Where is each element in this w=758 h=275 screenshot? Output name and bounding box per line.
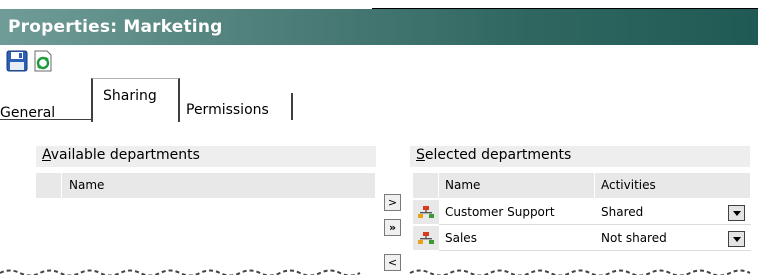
table-row[interactable]: Customer Support Shared	[413, 200, 751, 225]
selected-departments-grid[interactable]: Name Activities Customer Support Shared	[413, 173, 751, 263]
column-header-name[interactable]: Name	[439, 173, 595, 198]
add-button[interactable]: >	[384, 194, 401, 211]
chevron-down-icon[interactable]	[728, 231, 745, 247]
title-bar: Properties: Marketing	[0, 9, 758, 45]
grid-header: Name Activities	[413, 173, 751, 198]
tab-strip: General Sharing Permissions	[0, 76, 758, 122]
refresh-button[interactable]	[32, 50, 54, 72]
chevron-down-icon[interactable]	[728, 205, 745, 221]
header-lead	[36, 173, 62, 198]
selected-departments-title: Selected departments	[410, 146, 750, 167]
available-departments-grid[interactable]: Name	[36, 173, 376, 263]
header-lead	[413, 173, 439, 198]
cropped-content-fragment	[0, 269, 751, 275]
tab-baseline	[0, 119, 91, 120]
activity-value: Shared	[601, 205, 644, 219]
tab-sharing-label: Sharing	[103, 88, 157, 104]
window-title: Properties: Marketing	[8, 17, 223, 37]
save-button[interactable]	[6, 50, 28, 72]
row-lead	[413, 200, 439, 225]
activity-select[interactable]: Shared	[595, 200, 751, 225]
tab-permissions[interactable]: Permissions	[180, 93, 293, 120]
table-row[interactable]: Sales Not shared	[413, 226, 751, 251]
column-header-name[interactable]: Name	[62, 173, 376, 198]
tab-sharing[interactable]: Sharing	[91, 78, 180, 122]
add-all-button[interactable]: »	[384, 219, 401, 236]
column-header-activities[interactable]: Activities	[595, 173, 751, 198]
tab-permissions-label: Permissions	[186, 102, 269, 118]
grid-header: Name	[36, 173, 376, 198]
row-lead	[413, 226, 439, 251]
available-departments-title: Available departments	[36, 146, 376, 167]
activity-value: Not shared	[601, 231, 667, 245]
activity-select[interactable]: Not shared	[595, 226, 751, 251]
department-icon	[418, 232, 434, 244]
tab-general[interactable]: General	[0, 105, 88, 125]
department-name: Sales	[439, 226, 595, 251]
department-icon	[418, 206, 434, 218]
refresh-icon	[34, 50, 52, 72]
save-icon	[6, 50, 28, 72]
department-name: Customer Support	[439, 200, 595, 225]
